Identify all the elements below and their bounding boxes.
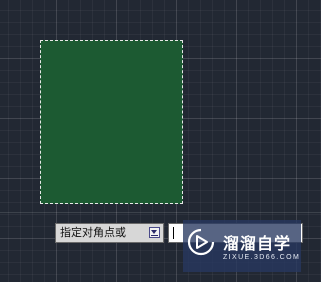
grid-axis-line [0,212,321,213]
selection-rectangle [40,40,183,204]
watermark-title: 溜溜自学 [223,234,292,253]
command-prompt-tooltip: 指定对角点或 [55,223,164,243]
dropdown-arrow-icon[interactable] [149,227,160,238]
text-caret [173,227,174,239]
watermark-url: ZIXUE.3D66.COM [223,254,301,261]
watermark: 溜溜自学 ZIXUE.3D66.COM [183,220,301,272]
play-logo-icon [187,228,215,256]
prompt-label: 指定对角点或 [60,227,126,239]
